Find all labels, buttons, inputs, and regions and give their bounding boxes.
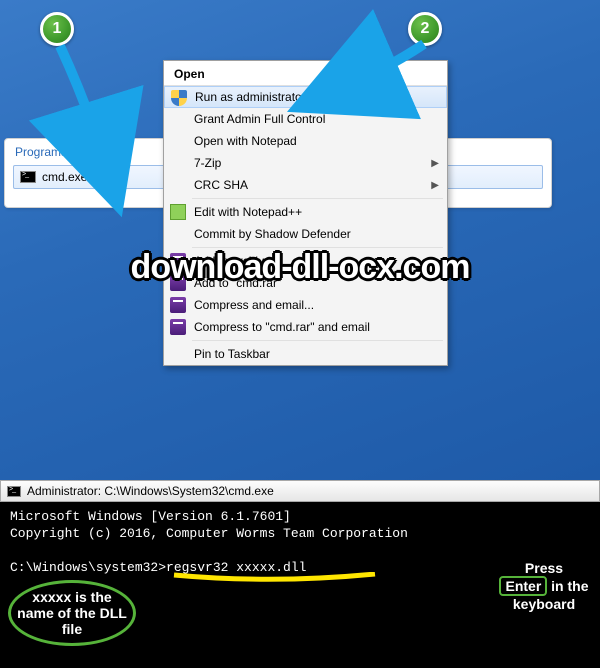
menu-edit-npp[interactable]: Edit with Notepad++: [164, 201, 447, 223]
cmd-titlebar: Administrator: C:\Windows\System32\cmd.e…: [0, 480, 600, 502]
menu-add-cmdrar[interactable]: Add to "cmd.rar": [164, 272, 447, 294]
archive-icon: [170, 253, 186, 269]
menu-separator: [192, 340, 443, 341]
submenu-arrow-icon: ▶: [431, 158, 439, 169]
callout-text: xxxxx is the name of the DLL file: [17, 589, 127, 637]
cmd-icon: [7, 486, 21, 497]
menu-item-label: Pin to Taskbar: [194, 347, 270, 361]
menu-separator: [192, 198, 443, 199]
menu-grant-admin[interactable]: Grant Admin Full Control: [164, 108, 447, 130]
archive-icon: [170, 275, 186, 291]
cmd-line1: Microsoft Windows [Version 6.1.7601]: [10, 509, 291, 524]
callout-press-enter: Press Enter in the keyboard: [492, 552, 596, 620]
menu-item-label: Open with Notepad: [194, 134, 297, 148]
cmd-icon: [20, 171, 36, 183]
menu-compress-email[interactable]: Compress and email...: [164, 294, 447, 316]
menu-crc-sha[interactable]: CRC SHA ▶: [164, 174, 447, 196]
desktop-background: Programs (1) cmd.exe Open Run as adminis…: [0, 0, 600, 480]
shield-icon: [171, 90, 187, 106]
menu-item-label: Add to "cmd.rar": [194, 276, 281, 290]
menu-commit-shadow[interactable]: Commit by Shadow Defender: [164, 223, 447, 245]
menu-pin-taskbar[interactable]: Pin to Taskbar: [164, 343, 447, 365]
menu-run-as-administrator[interactable]: Run as administrator: [164, 86, 447, 108]
menu-item-label: Add to archive...: [194, 254, 281, 268]
callout-keyboard: keyboard: [513, 596, 575, 612]
context-menu: Open Run as administrator Grant Admin Fu…: [163, 60, 448, 366]
menu-item-label: Grant Admin Full Control: [194, 112, 325, 126]
notepadpp-icon: [170, 204, 186, 220]
menu-item-label: Compress to "cmd.rar" and email: [194, 320, 370, 334]
step-badge-2: 2: [408, 12, 442, 46]
menu-add-archive[interactable]: Add to archive...: [164, 250, 447, 272]
menu-item-label: CRC SHA: [194, 178, 248, 192]
callout-dll-name: xxxxx is the name of the DLL file: [8, 580, 136, 646]
yellow-underline: [172, 570, 377, 577]
menu-7zip[interactable]: 7-Zip ▶: [164, 152, 447, 174]
archive-icon: [170, 297, 186, 313]
menu-item-label: Edit with Notepad++: [194, 205, 302, 219]
cmd-title-text: Administrator: C:\Windows\System32\cmd.e…: [27, 484, 274, 498]
context-menu-head[interactable]: Open: [164, 61, 447, 86]
callout-press: Press: [525, 560, 563, 576]
submenu-arrow-icon: ▶: [431, 180, 439, 191]
callout-enter-key: Enter: [499, 576, 547, 596]
menu-compress-cmdrar-email[interactable]: Compress to "cmd.rar" and email: [164, 316, 447, 338]
archive-icon: [170, 319, 186, 335]
menu-item-label: Commit by Shadow Defender: [194, 227, 351, 241]
step-badge-1: 1: [40, 12, 74, 46]
menu-open-notepad[interactable]: Open with Notepad: [164, 130, 447, 152]
cmd-prompt: C:\Windows\system32>: [10, 560, 166, 575]
callout-in-the: in the: [551, 578, 588, 594]
cmd-line2: Copyright (c) 2016, Computer Worms Team …: [10, 526, 408, 541]
menu-item-label: 7-Zip: [194, 156, 221, 170]
programs-item-label: cmd.exe: [42, 170, 87, 184]
menu-item-label: Compress and email...: [194, 298, 314, 312]
menu-item-label: Run as administrator: [195, 90, 306, 104]
menu-separator: [192, 247, 443, 248]
